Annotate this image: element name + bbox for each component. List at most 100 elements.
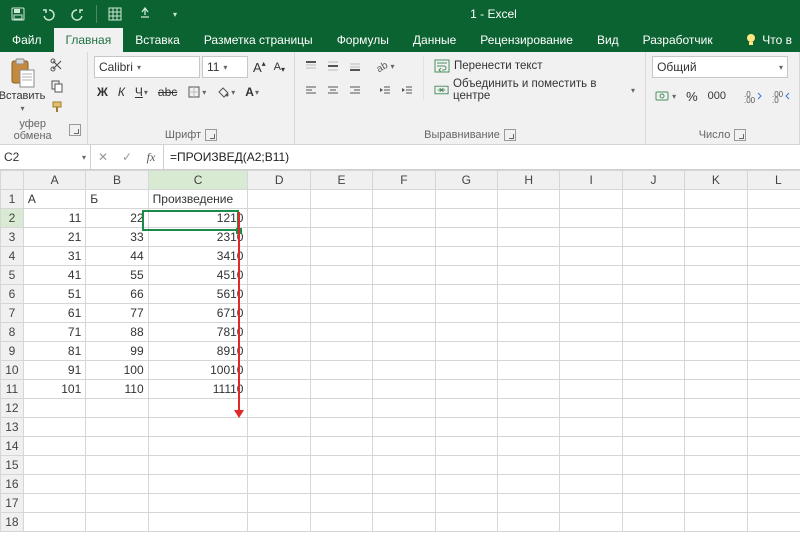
cell-F3[interactable] — [373, 228, 435, 247]
cell-C10[interactable]: 10010 — [148, 361, 248, 380]
cell-C5[interactable]: 4510 — [148, 266, 248, 285]
cell-A4[interactable]: 31 — [23, 247, 85, 266]
row-header-18[interactable]: 18 — [1, 513, 24, 532]
cell-E13[interactable] — [310, 418, 372, 437]
cell-C9[interactable]: 8910 — [148, 342, 248, 361]
cell-F11[interactable] — [373, 380, 435, 399]
cell-A2[interactable]: 11 — [23, 209, 85, 228]
cell-J2[interactable] — [622, 209, 684, 228]
cell-K11[interactable] — [685, 380, 747, 399]
cell-D1[interactable] — [248, 190, 310, 209]
cell-I2[interactable] — [560, 209, 622, 228]
cell-G18[interactable] — [435, 513, 497, 532]
cell-F13[interactable] — [373, 418, 435, 437]
cell-D3[interactable] — [248, 228, 310, 247]
align-center-button[interactable] — [323, 80, 343, 100]
cell-B1[interactable]: Б — [86, 190, 148, 209]
cell-C8[interactable]: 7810 — [148, 323, 248, 342]
worksheet[interactable]: ABCDEFGHIJKL 1АБПроизведение211221210321… — [0, 170, 800, 549]
cell-D12[interactable] — [248, 399, 310, 418]
format-painter-button[interactable] — [48, 98, 66, 116]
cell-G5[interactable] — [435, 266, 497, 285]
cell-E7[interactable] — [310, 304, 372, 323]
cell-L15[interactable] — [747, 456, 800, 475]
col-header-D[interactable]: D — [248, 171, 310, 190]
cell-J13[interactable] — [622, 418, 684, 437]
cell-H17[interactable] — [498, 494, 560, 513]
cell-I5[interactable] — [560, 266, 622, 285]
cell-F10[interactable] — [373, 361, 435, 380]
cell-G17[interactable] — [435, 494, 497, 513]
cell-H4[interactable] — [498, 247, 560, 266]
formula-cancel-button[interactable]: ✕ — [91, 145, 115, 169]
cell-I7[interactable] — [560, 304, 622, 323]
cell-B9[interactable]: 99 — [86, 342, 148, 361]
cell-B17[interactable] — [86, 494, 148, 513]
cell-I13[interactable] — [560, 418, 622, 437]
cell-J12[interactable] — [622, 399, 684, 418]
cell-E6[interactable] — [310, 285, 372, 304]
comma-format-button[interactable]: 000 — [705, 86, 729, 106]
cell-E17[interactable] — [310, 494, 372, 513]
cell-A17[interactable] — [23, 494, 85, 513]
cell-L1[interactable] — [747, 190, 800, 209]
cell-J3[interactable] — [622, 228, 684, 247]
cell-H18[interactable] — [498, 513, 560, 532]
cell-D5[interactable] — [248, 266, 310, 285]
cell-L2[interactable] — [747, 209, 800, 228]
cell-K15[interactable] — [685, 456, 747, 475]
tab-page-layout[interactable]: Разметка страницы — [192, 28, 325, 52]
cell-B15[interactable] — [86, 456, 148, 475]
cell-B6[interactable]: 66 — [86, 285, 148, 304]
font-dialog-launcher[interactable] — [205, 129, 217, 141]
row-header-12[interactable]: 12 — [1, 399, 24, 418]
cell-F14[interactable] — [373, 437, 435, 456]
cell-C16[interactable] — [148, 475, 248, 494]
cell-L5[interactable] — [747, 266, 800, 285]
cell-J6[interactable] — [622, 285, 684, 304]
cell-A15[interactable] — [23, 456, 85, 475]
cell-I11[interactable] — [560, 380, 622, 399]
cell-G1[interactable] — [435, 190, 497, 209]
tab-view[interactable]: Вид — [585, 28, 631, 52]
cell-I15[interactable] — [560, 456, 622, 475]
cell-J14[interactable] — [622, 437, 684, 456]
row-header-1[interactable]: 1 — [1, 190, 24, 209]
cell-H8[interactable] — [498, 323, 560, 342]
italic-button[interactable]: К — [115, 82, 128, 102]
col-header-F[interactable]: F — [373, 171, 435, 190]
row-header-4[interactable]: 4 — [1, 247, 24, 266]
cell-G13[interactable] — [435, 418, 497, 437]
cell-J1[interactable] — [622, 190, 684, 209]
qat-grid-icon[interactable] — [103, 2, 127, 26]
cell-E10[interactable] — [310, 361, 372, 380]
save-button[interactable] — [6, 2, 30, 26]
qat-customize-button[interactable]: ▾ — [163, 2, 187, 26]
col-header-I[interactable]: I — [560, 171, 622, 190]
cell-K9[interactable] — [685, 342, 747, 361]
cell-D16[interactable] — [248, 475, 310, 494]
cell-D9[interactable] — [248, 342, 310, 361]
tab-review[interactable]: Рецензирование — [468, 28, 585, 52]
cell-G12[interactable] — [435, 399, 497, 418]
cell-A16[interactable] — [23, 475, 85, 494]
cell-E8[interactable] — [310, 323, 372, 342]
cell-D17[interactable] — [248, 494, 310, 513]
cell-K2[interactable] — [685, 209, 747, 228]
tab-home[interactable]: Главная — [54, 28, 124, 52]
align-left-button[interactable] — [301, 80, 321, 100]
cell-K7[interactable] — [685, 304, 747, 323]
cut-button[interactable] — [48, 56, 66, 74]
cell-H13[interactable] — [498, 418, 560, 437]
cell-G14[interactable] — [435, 437, 497, 456]
cell-I1[interactable] — [560, 190, 622, 209]
cell-F8[interactable] — [373, 323, 435, 342]
cell-D15[interactable] — [248, 456, 310, 475]
cell-I18[interactable] — [560, 513, 622, 532]
row-header-17[interactable]: 17 — [1, 494, 24, 513]
cell-B14[interactable] — [86, 437, 148, 456]
cell-B5[interactable]: 55 — [86, 266, 148, 285]
cell-C6[interactable]: 5610 — [148, 285, 248, 304]
cell-F6[interactable] — [373, 285, 435, 304]
cell-F17[interactable] — [373, 494, 435, 513]
